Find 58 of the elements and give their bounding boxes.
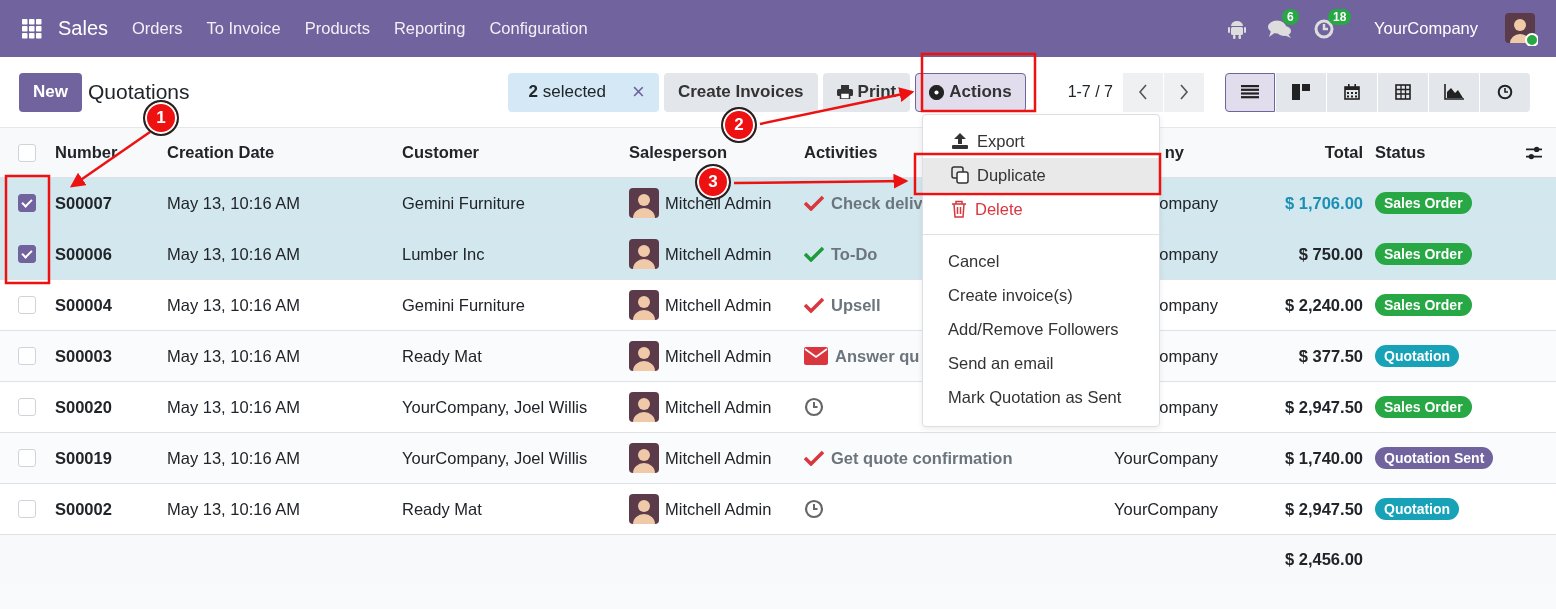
message-count-badge: 6 — [1282, 8, 1299, 25]
table-cell: $ 377.50 — [1298, 346, 1363, 366]
table-cell: S00006 — [55, 244, 112, 264]
table-cell: Gemini Furniture — [402, 193, 525, 213]
activity-count-badge: 18 — [1328, 8, 1352, 25]
table-cell: Mitchell Admin — [665, 244, 772, 264]
table-cell: May 13, 10:16 AM — [167, 346, 300, 366]
table-cell: Gemini Furniture — [402, 295, 525, 315]
table-cell: May 13, 10:16 AM — [167, 295, 300, 315]
activity-label: Upsell — [831, 295, 881, 315]
table-cell: YourCompany, Joel Willis — [402, 397, 588, 417]
table-cell: May 13, 10:16 AM — [167, 397, 300, 417]
table-cell: Mitchell Admin — [665, 499, 772, 519]
table-cell: ompany — [1159, 244, 1218, 264]
table-cell: S00007 — [55, 193, 112, 213]
status-badge: Sales Order — [1375, 243, 1472, 265]
table-cell: Ready Mat — [402, 499, 482, 519]
table-cell: $ 2,947.50 — [1285, 499, 1363, 519]
table-cell: YourCompany, Joel Willis — [402, 448, 588, 468]
table-cell: Lumber Inc — [402, 244, 485, 264]
activity-label: To-Do — [831, 244, 878, 264]
table-cell: YourCompany — [1114, 448, 1218, 468]
table-cell: Mitchell Admin — [665, 295, 772, 315]
table-cell: $ 1,706.00 — [1285, 193, 1363, 213]
selection-count: 2 selected — [528, 82, 606, 102]
table-cell: S00020 — [55, 397, 112, 417]
table-cell: S00003 — [55, 346, 112, 366]
status-badge: Sales Order — [1375, 192, 1472, 214]
table-cell: $ 2,240.00 — [1285, 295, 1363, 315]
sum-total: $ 2,456.00 — [1285, 550, 1363, 569]
status-badge: Quotation — [1375, 498, 1460, 520]
status-badge: Quotation — [1375, 345, 1460, 367]
table-cell: ompany — [1159, 295, 1218, 315]
table-cell: Ready Mat — [402, 346, 482, 366]
status-badge: Sales Order — [1375, 396, 1472, 418]
table-cell: May 13, 10:16 AM — [167, 448, 300, 468]
table-cell: ompany — [1159, 346, 1218, 366]
table-cell: ompany — [1159, 193, 1218, 213]
table-cell: $ 750.00 — [1298, 244, 1363, 264]
table-cell: $ 2,947.50 — [1285, 397, 1363, 417]
table-cell: May 13, 10:16 AM — [167, 499, 300, 519]
table-cell: May 13, 10:16 AM — [167, 193, 300, 213]
activity-label: Answer qu — [835, 346, 920, 366]
table-cell: ompany — [1159, 397, 1218, 417]
table-cell: YourCompany — [1114, 499, 1218, 519]
status-badge: Sales Order — [1375, 294, 1472, 316]
table-cell: May 13, 10:16 AM — [167, 244, 300, 264]
table-cell: S00002 — [55, 499, 112, 519]
table-cell: Mitchell Admin — [665, 346, 772, 366]
pager-value: 1-7 / 7 — [1067, 83, 1113, 101]
table-cell: $ 1,740.00 — [1285, 448, 1363, 468]
table-cell: Mitchell Admin — [665, 448, 772, 468]
status-badge: Quotation Sent — [1375, 447, 1494, 469]
table-cell: S00004 — [55, 295, 112, 315]
table-cell: Mitchell Admin — [665, 397, 772, 417]
activity-label: Get quote confirmation — [831, 448, 1013, 468]
table-cell: S00019 — [55, 448, 112, 468]
activity-label: Check deliv — [831, 193, 923, 213]
